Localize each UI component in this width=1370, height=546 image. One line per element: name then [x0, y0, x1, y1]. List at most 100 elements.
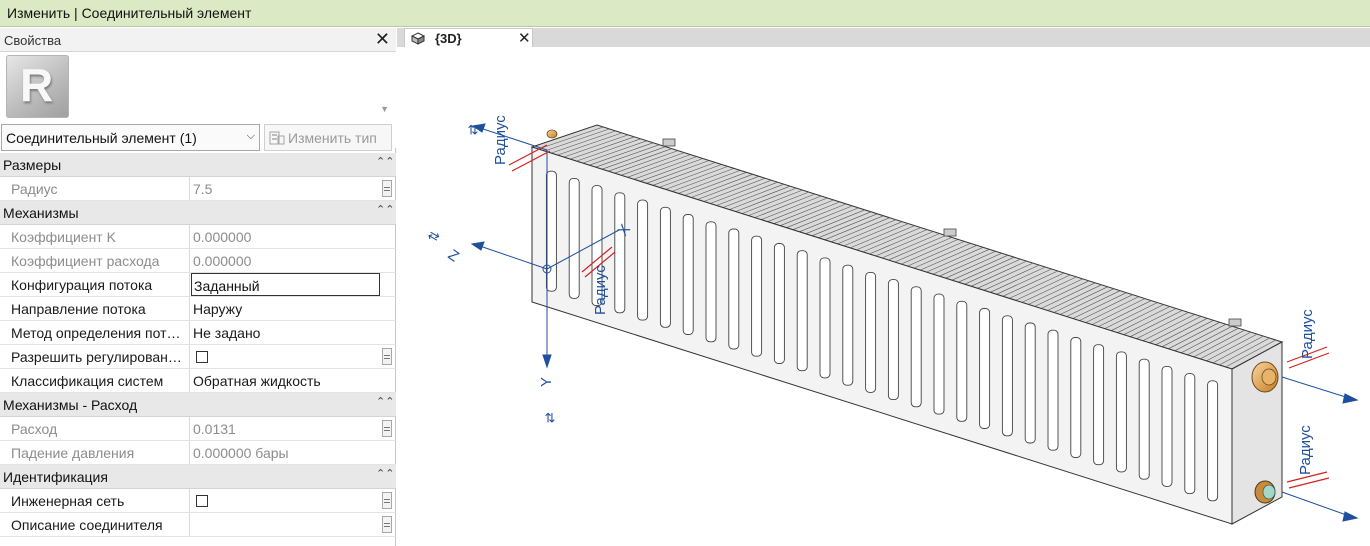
properties-title: Свойства [4, 33, 62, 48]
loss-method-field[interactable]: Не задано [191, 321, 380, 344]
collapse-icon[interactable]: ⌃⌃ [376, 155, 394, 168]
section-title: Механизмы [3, 205, 79, 221]
property-row: Описание соединителя [0, 513, 396, 537]
collapse-icon[interactable]: ⌃⌃ [376, 467, 394, 480]
flow-direction-field[interactable]: Наружу [191, 297, 380, 320]
tab-3d-view[interactable]: {3D} ✕ [404, 28, 533, 48]
radiator-slot [1207, 380, 1219, 502]
radiator-slot [751, 235, 763, 357]
property-name: Классификация систем [0, 369, 190, 392]
section-header[interactable]: Размеры ⌃⌃ [0, 153, 396, 177]
property-name: Коэффициент расхода [0, 249, 190, 272]
property-row: Метод определения пот… Не задано [0, 321, 396, 345]
associate-parameter-button[interactable] [382, 492, 392, 509]
radiator-slot [1024, 322, 1036, 444]
radiator-slot [1138, 358, 1150, 480]
radius-label: Радиус [492, 115, 509, 165]
radiator-slot [979, 308, 991, 429]
radiator-slot [1070, 337, 1082, 458]
radiator-slot [842, 264, 854, 386]
context-ribbon: Изменить | Соединительный элемент [0, 0, 1370, 27]
property-row: Радиус 7.5 [0, 177, 396, 201]
flip-arrow-icon[interactable]: ⇄ [543, 412, 558, 423]
radiator-slot [887, 279, 899, 401]
property-row: Разрешить регулирован… [0, 345, 396, 369]
radiator-slot [1001, 315, 1013, 437]
chevron-down-icon[interactable]: ▼ [380, 104, 389, 114]
type-selector-dropdown[interactable]: Соединительный элемент (1) ⌵ [1, 124, 260, 151]
associate-parameter-button[interactable] [382, 516, 392, 533]
property-name: Разрешить регулирован… [0, 345, 190, 368]
property-value: 0.000000 бары [193, 445, 289, 461]
revit-logo-icon: R [6, 55, 69, 118]
section-header[interactable]: Идентификация ⌃⌃ [0, 465, 396, 489]
radiator-slot [705, 221, 717, 343]
radiator-slot [1093, 344, 1105, 466]
flow-configuration-field[interactable]: Заданный [191, 273, 380, 296]
property-value: 0.000000 [193, 229, 252, 245]
property-value: 7.5 [193, 181, 213, 197]
top-plug [546, 129, 558, 139]
view-tab-bar: {3D} ✕ [397, 28, 1370, 48]
radiator-slot [637, 199, 649, 321]
edit-type-button[interactable]: Изменить тип [264, 124, 392, 151]
radiator-slot [728, 228, 740, 350]
section-header[interactable]: Механизмы - Расход ⌃⌃ [0, 393, 396, 417]
property-row: Конфигурация потока Заданный [0, 273, 396, 297]
utility-checkbox[interactable] [196, 495, 208, 507]
bracket [1228, 318, 1242, 327]
axis-z-label: Z [445, 246, 462, 265]
radiator-slot [1115, 351, 1127, 473]
property-value [191, 489, 380, 512]
property-name: Конфигурация потока [0, 273, 190, 296]
axis-y-label: Y [538, 377, 555, 387]
property-name: Падение давления [0, 441, 190, 464]
property-value: 0.000000 [193, 253, 252, 269]
flip-arrow-icon[interactable]: ⇄ [466, 124, 481, 135]
associate-parameter-button[interactable] [382, 420, 392, 437]
property-name: Инженерная сеть [0, 489, 190, 512]
property-row: Направление потока Наружу [0, 297, 396, 321]
connector-bottom-right[interactable] [1254, 480, 1276, 504]
collapse-icon[interactable]: ⌃⌃ [376, 395, 394, 408]
property-value: 0.0131 [193, 421, 236, 437]
chevron-down-icon: ⌵ [246, 130, 255, 142]
radiator-slot [865, 271, 877, 393]
bracket [662, 138, 676, 147]
radiator-slot [1184, 373, 1196, 495]
close-icon[interactable]: ✕ [375, 29, 390, 49]
3d-view-canvas[interactable]: Радиус Радиус Радиус Радиус Z Y X ⇄ ⇄ ⇄ [397, 47, 1370, 546]
system-classification-field[interactable]: Обратная жидкость [191, 369, 380, 392]
radiator-slot [956, 300, 968, 422]
radiator-slot [659, 206, 671, 328]
radiator-slot [1047, 329, 1059, 451]
connector-description-field[interactable] [191, 513, 380, 536]
connector-top-right[interactable] [1251, 361, 1279, 393]
tab-label: {3D} [435, 31, 462, 46]
radiator-slot [910, 286, 922, 408]
associate-parameter-button[interactable] [382, 180, 392, 197]
radius-label: Радиус [592, 265, 609, 315]
property-name: Радиус [0, 177, 190, 200]
radiator-slot [819, 257, 831, 379]
close-icon[interactable]: ✕ [518, 29, 531, 47]
properties-palette: Свойства ✕ R ▼ Соединительный элемент (1… [0, 28, 396, 546]
cube-3d-icon [411, 32, 425, 45]
collapse-icon[interactable]: ⌃⌃ [376, 203, 394, 216]
section-header[interactable]: Механизмы ⌃⌃ [0, 201, 396, 225]
property-row: Инженерная сеть [0, 489, 396, 513]
radiator-slot [682, 214, 694, 335]
radiator-model[interactable]: Радиус Радиус Радиус Радиус Z Y X ⇄ ⇄ ⇄ [397, 47, 1370, 546]
property-row: Классификация систем Обратная жидкость [0, 369, 396, 393]
property-row: Коэффициент расхода 0.000000 [0, 249, 396, 273]
radiator-slot [568, 177, 580, 299]
flip-arrow-icon[interactable]: ⇄ [425, 227, 442, 245]
radiator-slot [1161, 365, 1173, 487]
associate-parameter-button[interactable] [382, 348, 392, 365]
properties-grid: Размеры ⌃⌃ Радиус 7.5 Механизмы ⌃⌃ Коэфф… [0, 153, 396, 537]
property-value [191, 345, 380, 368]
ribbon-title: Изменить | Соединительный элемент [7, 5, 252, 21]
property-row: Падение давления 0.000000 бары [0, 441, 396, 465]
allow-adjustment-checkbox[interactable] [196, 351, 208, 363]
property-row: Коэффициент K 0.000000 [0, 225, 396, 249]
